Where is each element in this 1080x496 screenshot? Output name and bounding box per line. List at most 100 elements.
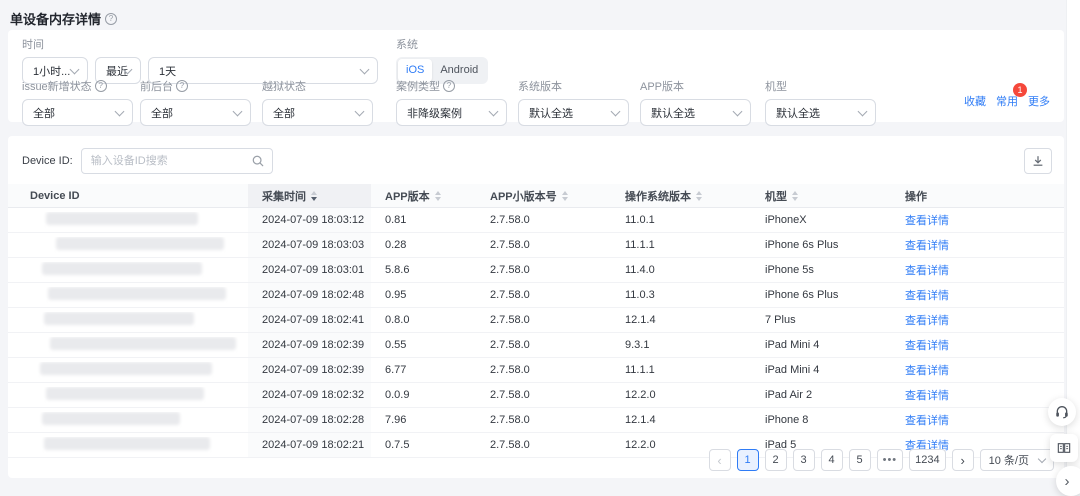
sort-icon xyxy=(792,190,798,201)
collect-time-cell: 2024-07-09 18:03:03 xyxy=(248,233,371,257)
device-id-cell xyxy=(8,437,248,453)
collect-time-cell: 2024-07-09 18:03:01 xyxy=(248,258,371,282)
device-id-redacted xyxy=(46,212,198,225)
column-model[interactable]: 机型 xyxy=(751,188,891,204)
filter-os-version-select[interactable]: 默认全选 xyxy=(518,99,629,126)
page-button-4[interactable]: 4 xyxy=(820,449,843,471)
table-row: 2024-07-09 18:03:03 0.28 2.7.58.0 11.1.1… xyxy=(8,233,1064,258)
view-detail-link[interactable]: 查看详情 xyxy=(905,365,949,377)
page-button-1[interactable]: 1 xyxy=(736,449,759,471)
device-id-search-input[interactable] xyxy=(80,148,273,174)
column-collect-time[interactable]: 采集时间 xyxy=(248,184,371,207)
filter-jailbreak-status-select[interactable]: 全部 xyxy=(262,99,373,126)
pagination: 1 2 3 4 5 ••• 1234 10 条/页 xyxy=(708,449,1054,471)
help-icon[interactable] xyxy=(94,80,107,92)
view-detail-link[interactable]: 查看详情 xyxy=(905,215,949,227)
help-icon[interactable] xyxy=(176,80,188,92)
device-id-redacted xyxy=(50,337,236,350)
device-id-cell xyxy=(8,262,248,278)
view-detail-link[interactable]: 查看详情 xyxy=(905,315,949,327)
frequent-link[interactable]: 常用 1 xyxy=(996,83,1027,109)
sort-icon xyxy=(696,190,702,201)
collect-time-cell: 2024-07-09 18:02:39 xyxy=(248,333,371,357)
os-version-cell: 9.3.1 xyxy=(625,339,650,351)
column-os-version[interactable]: 操作系统版本 xyxy=(611,188,751,204)
filter-panel: 时间 1小时... 最近 1天 系统 iOS Android issue新增状态… xyxy=(8,30,1064,126)
table-row: 2024-07-09 18:02:41 0.8.0 2.7.58.0 12.1.… xyxy=(8,308,1064,333)
help-icon[interactable] xyxy=(443,80,455,92)
device-id-cell xyxy=(8,387,248,403)
favorite-link[interactable]: 收藏 xyxy=(964,93,986,109)
app-version-cell: 0.55 xyxy=(385,339,407,351)
more-link[interactable]: 更多 xyxy=(1028,93,1050,109)
device-id-cell xyxy=(8,312,248,328)
device-id-redacted xyxy=(46,387,204,400)
page-title-text: 单设备内存详情 xyxy=(10,12,102,27)
filter-issue-status-label: issue新增状态 xyxy=(22,81,92,93)
view-detail-link[interactable]: 查看详情 xyxy=(905,415,949,427)
app-minor-cell: 2.7.58.0 xyxy=(490,414,530,426)
app-minor-cell: 2.7.58.0 xyxy=(490,439,530,451)
os-version-cell: 11.0.3 xyxy=(625,289,655,301)
os-version-cell: 12.1.4 xyxy=(625,414,656,426)
view-detail-link[interactable]: 查看详情 xyxy=(905,290,949,302)
filter-os-version-value: 默认全选 xyxy=(529,107,573,120)
column-app-version[interactable]: APP版本 xyxy=(371,188,476,204)
filter-foreground-background-select[interactable]: 全部 xyxy=(140,99,251,126)
filter-issue-status-select[interactable]: 全部 xyxy=(22,99,133,126)
filter-foreground-background: 前后台 全部 xyxy=(140,78,251,126)
device-id-redacted xyxy=(42,412,180,425)
column-app-minor-version[interactable]: APP小版本号 xyxy=(476,188,611,204)
device-table-panel: Device ID: Device ID 采集时间 APP版本 xyxy=(8,136,1064,478)
pagination-ellipsis[interactable]: ••• xyxy=(876,449,904,471)
support-button[interactable] xyxy=(1048,398,1076,426)
view-detail-link[interactable]: 查看详情 xyxy=(905,265,949,277)
page-size-select[interactable]: 10 条/页 xyxy=(979,449,1054,471)
filter-app-version-select[interactable]: 默认全选 xyxy=(640,99,751,126)
app-minor-cell: 2.7.58.0 xyxy=(490,214,530,226)
app-version-cell: 0.81 xyxy=(385,214,407,226)
device-id-redacted xyxy=(48,287,226,300)
os-version-cell: 12.2.0 xyxy=(625,389,656,401)
model-cell: iPad Mini 4 xyxy=(765,364,820,376)
prev-page-button[interactable] xyxy=(708,449,731,471)
page-button-5[interactable]: 5 xyxy=(848,449,871,471)
app-version-cell: 0.0.9 xyxy=(385,389,410,401)
filter-issue-status-value: 全部 xyxy=(33,107,55,120)
table-row: 2024-07-09 18:02:39 6.77 2.7.58.0 11.1.1… xyxy=(8,358,1064,383)
page-button-2[interactable]: 2 xyxy=(764,449,787,471)
collect-time-cell: 2024-07-09 18:02:32 xyxy=(248,383,371,407)
next-page-button[interactable] xyxy=(951,449,974,471)
os-version-cell: 12.1.4 xyxy=(625,314,656,326)
sort-icon xyxy=(434,190,441,201)
model-cell: iPhone 8 xyxy=(765,414,809,426)
app-minor-cell: 2.7.58.0 xyxy=(490,339,530,351)
device-id-redacted xyxy=(40,362,212,375)
time-mode-value: 最近 xyxy=(106,65,128,78)
download-button[interactable] xyxy=(1024,148,1052,174)
view-detail-link[interactable]: 查看详情 xyxy=(905,240,949,252)
app-version-cell: 5.8.6 xyxy=(385,264,410,276)
docs-button[interactable] xyxy=(1050,434,1078,462)
app-version-cell: 6.77 xyxy=(385,364,407,376)
filter-device-model-select[interactable]: 默认全选 xyxy=(765,99,876,126)
frequent-badge: 1 xyxy=(1013,83,1027,97)
view-detail-link[interactable]: 查看详情 xyxy=(905,390,949,402)
device-id-cell xyxy=(8,337,248,353)
filter-case-type-label: 案例类型 xyxy=(396,81,440,93)
search-icon xyxy=(252,155,264,167)
help-icon[interactable] xyxy=(105,12,118,25)
app-minor-cell: 2.7.58.0 xyxy=(490,389,530,401)
app-version-cell: 0.95 xyxy=(385,289,407,301)
filter-case-type-select[interactable]: 非降级案例 xyxy=(396,99,507,126)
expand-panel-button[interactable] xyxy=(1056,466,1080,496)
filter-case-type-value: 非降级案例 xyxy=(407,107,462,120)
collect-time-cell: 2024-07-09 18:02:39 xyxy=(248,358,371,382)
page-button-last[interactable]: 1234 xyxy=(909,449,946,471)
frequent-link-label: 常用 xyxy=(996,96,1018,108)
view-detail-link[interactable]: 查看详情 xyxy=(905,340,949,352)
page-button-3[interactable]: 3 xyxy=(792,449,815,471)
filter-foreground-background-label: 前后台 xyxy=(140,81,173,93)
model-cell: iPhoneX xyxy=(765,214,807,226)
model-cell: iPhone 5s xyxy=(765,264,814,276)
